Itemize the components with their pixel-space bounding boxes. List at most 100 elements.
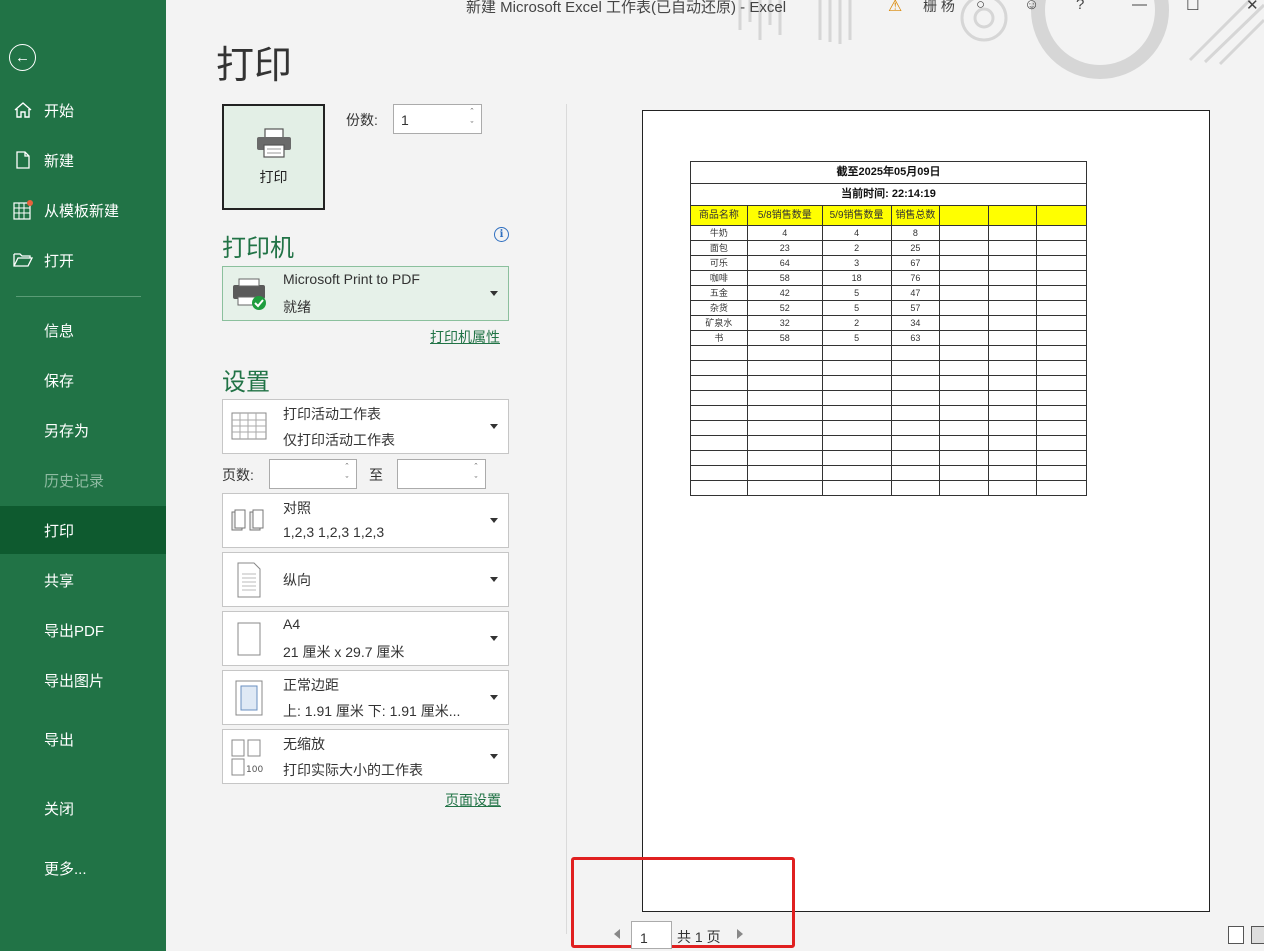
- pages-to-input[interactable]: ˆ ˇ: [397, 459, 486, 489]
- sidebar-item-export[interactable]: 导出: [0, 717, 166, 761]
- table-cell: [1036, 300, 1087, 316]
- page-total: 共 1 页: [677, 929, 721, 945]
- table-cell: [890, 345, 941, 361]
- sidebar-item-save[interactable]: 保存: [0, 358, 166, 402]
- sidebar-item-open[interactable]: 打开: [0, 238, 166, 282]
- table-cell: 可乐: [690, 255, 748, 271]
- minimize-button[interactable]: —: [1132, 0, 1147, 13]
- table-cell: [939, 270, 990, 286]
- collate-icon: [229, 502, 269, 540]
- table-cell: 4: [821, 225, 892, 241]
- table-cell: [821, 375, 892, 391]
- table-cell: [1036, 420, 1087, 436]
- table-cell: [988, 480, 1038, 496]
- copies-stepper[interactable]: 1 ˆ ˇ: [393, 104, 482, 134]
- table-row: [690, 360, 1087, 376]
- copies-value: 1: [401, 112, 409, 128]
- zoom-to-page-icon[interactable]: [1251, 926, 1264, 944]
- table-cell: [939, 435, 990, 451]
- stepper-down-icon[interactable]: ˇ: [342, 476, 352, 485]
- printer-properties-link[interactable]: 打印机属性: [430, 327, 500, 347]
- close-button[interactable]: ✕: [1246, 0, 1259, 14]
- scaling-select[interactable]: 100 无缩放 打印实际大小的工作表: [222, 729, 509, 784]
- table-cell: [939, 315, 990, 331]
- table-cell: [821, 450, 892, 466]
- table-cell: [821, 435, 892, 451]
- paper-size-select[interactable]: A4 21 厘米 x 29.7 厘米: [222, 611, 509, 666]
- collation-desc: 1,2,3 1,2,3 1,2,3: [283, 524, 385, 540]
- table-row: [690, 435, 1087, 451]
- stepper-down-icon[interactable]: ˇ: [467, 121, 477, 130]
- back-button[interactable]: ←: [9, 44, 36, 71]
- table-cell: [939, 330, 990, 346]
- help-button[interactable]: ?: [1076, 0, 1084, 13]
- table-cell: [939, 225, 990, 241]
- table-cell: [988, 435, 1038, 451]
- title-bar: 新建 Microsoft Excel 工作表(已自动还原) - Excel ⚠ …: [166, 0, 1264, 18]
- sheet-header-cell: [988, 205, 1038, 226]
- print-scope-select[interactable]: 打印活动工作表 仅打印活动工作表: [222, 399, 509, 454]
- sidebar-item-share[interactable]: 共享: [0, 558, 166, 602]
- margins-select[interactable]: 正常边距 上: 1.91 厘米 下: 1.91 厘米...: [222, 670, 509, 725]
- table-cell: [746, 435, 823, 451]
- table-cell: [988, 330, 1038, 346]
- sidebar-item-template[interactable]: 从模板新建: [0, 188, 166, 232]
- table-cell: [988, 360, 1038, 376]
- info-icon[interactable]: i: [494, 227, 509, 242]
- sidebar-item-label: 另存为: [44, 422, 90, 440]
- orientation-select[interactable]: 纵向: [222, 552, 509, 607]
- print-button[interactable]: 打印: [222, 104, 325, 210]
- sidebar-item-export-pdf[interactable]: 导出PDF: [0, 608, 166, 652]
- stepper-down-icon[interactable]: ˇ: [471, 476, 481, 485]
- restore-button[interactable]: ☐: [1186, 0, 1199, 14]
- page-setup-link[interactable]: 页面设置: [445, 790, 501, 810]
- table-cell: [988, 405, 1038, 421]
- sidebar-item-label: 导出: [44, 731, 75, 749]
- sidebar-item-more[interactable]: 更多...: [0, 846, 166, 890]
- table-row: 面包 23 2 25: [690, 240, 1087, 256]
- table-cell: 面包: [690, 240, 748, 256]
- table-cell: 23: [746, 240, 823, 256]
- sidebar-item-close[interactable]: 关闭: [0, 786, 166, 830]
- show-margins-icon[interactable]: [1228, 926, 1244, 944]
- sidebar-item-new[interactable]: 新建: [0, 138, 166, 182]
- account-icon[interactable]: ○: [976, 0, 985, 13]
- table-cell: 矿泉水: [690, 315, 748, 331]
- table-cell: [890, 450, 941, 466]
- sidebar-item-label: 导出图片: [44, 672, 105, 690]
- table-cell: [1036, 330, 1087, 346]
- sheet-subtitle: 当前时间: 22:14:19: [690, 183, 1087, 206]
- pages-from-input[interactable]: ˆ ˇ: [269, 459, 357, 489]
- printer-status: 就绪: [283, 299, 311, 315]
- previous-page-icon[interactable]: [614, 929, 620, 939]
- table-cell: [1036, 360, 1087, 376]
- table-cell: [890, 420, 941, 436]
- stepper-up-icon[interactable]: ˆ: [342, 463, 352, 472]
- page-number-input[interactable]: 1: [631, 921, 672, 949]
- table-cell: [890, 435, 941, 451]
- table-cell: 杂货: [690, 300, 748, 316]
- printer-select[interactable]: Microsoft Print to PDF 就绪: [222, 266, 509, 321]
- warning-icon[interactable]: ⚠: [888, 0, 902, 16]
- stepper-up-icon[interactable]: ˆ: [471, 463, 481, 472]
- sidebar-item-home[interactable]: 开始: [0, 88, 166, 132]
- share-user-icon[interactable]: ☺: [1024, 0, 1039, 13]
- stepper-up-icon[interactable]: ˆ: [467, 108, 477, 117]
- table-cell: 五金: [690, 285, 748, 301]
- table-cell: [988, 270, 1038, 286]
- sidebar-item-print[interactable]: 打印: [0, 506, 166, 554]
- arrow-left-icon: ←: [15, 49, 30, 66]
- table-cell: [890, 480, 941, 496]
- home-icon: [12, 99, 34, 121]
- table-cell: [890, 375, 941, 391]
- sidebar-item-save-as[interactable]: 另存为: [0, 408, 166, 452]
- table-cell: 47: [890, 285, 941, 301]
- next-page-icon[interactable]: [737, 929, 743, 939]
- user-name[interactable]: 栅 杨: [923, 0, 955, 16]
- collation-select[interactable]: 对照 1,2,3 1,2,3 1,2,3: [222, 493, 509, 548]
- paper-size-title: A4: [283, 616, 301, 632]
- sidebar-item-export-image[interactable]: 导出图片: [0, 658, 166, 702]
- sidebar-item-label: 新建: [44, 152, 75, 170]
- sidebar-item-info[interactable]: 信息: [0, 308, 166, 352]
- table-cell: 58: [746, 330, 823, 346]
